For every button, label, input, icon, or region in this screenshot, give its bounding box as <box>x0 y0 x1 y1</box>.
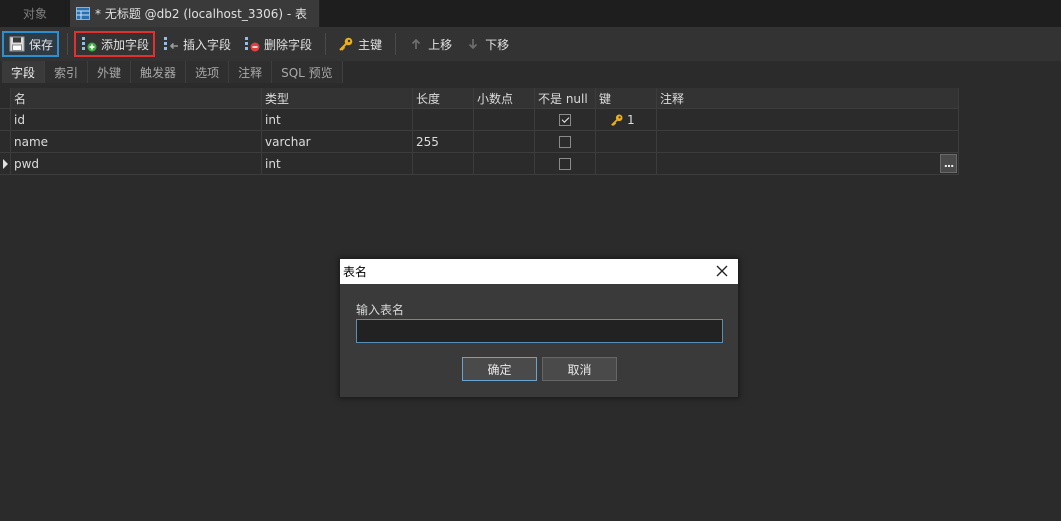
column-header-name[interactable]: 名 <box>11 88 262 108</box>
table-row[interactable]: id int 1 <box>0 109 959 131</box>
primary-key-button[interactable]: 主键 <box>332 31 387 57</box>
cell-not-null[interactable] <box>535 131 596 152</box>
table-name-dialog: 表名 输入表名 确定 取消 <box>339 258 739 398</box>
save-label: 保存 <box>29 37 54 52</box>
add-field-button[interactable]: 添加字段 <box>74 31 156 57</box>
add-field-icon <box>80 35 98 53</box>
cell-name[interactable]: pwd <box>11 153 262 174</box>
delete-field-icon <box>243 35 261 53</box>
tab-untitled-table[interactable]: * 无标题 @db2 (localhost_3306) - 表 <box>70 0 320 27</box>
row-indicator[interactable] <box>0 153 11 174</box>
tab-triggers[interactable]: 触发器 <box>131 61 187 83</box>
column-header-comment[interactable]: 注释 <box>657 88 959 108</box>
insert-field-button[interactable]: 插入字段 <box>157 31 236 57</box>
move-down-button[interactable]: 下移 <box>459 31 514 57</box>
cell-name[interactable]: id <box>11 109 262 130</box>
cell-not-null[interactable] <box>535 153 596 174</box>
delete-field-button[interactable]: 删除字段 <box>238 31 317 57</box>
table-row[interactable]: name varchar 255 <box>0 131 959 153</box>
tab-fields[interactable]: 字段 <box>2 61 46 83</box>
column-header-key[interactable]: 键 <box>596 88 657 108</box>
key-icon <box>337 35 355 53</box>
table-name-prompt: 输入表名 <box>356 303 405 317</box>
cell-key[interactable] <box>596 131 657 152</box>
fields-grid: 名 类型 长度 小数点 不是 null 键 注释 id int 1 name v… <box>0 88 959 175</box>
save-icon <box>8 35 26 53</box>
row-indicator-header <box>0 88 11 108</box>
insert-field-icon <box>162 35 180 53</box>
cell-length[interactable]: 255 <box>413 131 474 152</box>
cancel-button[interactable]: 取消 <box>542 357 617 381</box>
move-up-button[interactable]: 上移 <box>402 31 457 57</box>
tab-sql-preview[interactable]: SQL 预览 <box>272 61 343 83</box>
not-null-checkbox[interactable] <box>559 113 571 126</box>
tab-indexes[interactable]: 索引 <box>45 61 89 83</box>
table-name-input[interactable] <box>356 319 723 343</box>
comment-edit-button[interactable]: ... <box>940 154 957 173</box>
cell-decimals[interactable] <box>474 131 535 152</box>
cell-length[interactable] <box>413 153 474 174</box>
column-header-length[interactable]: 长度 <box>413 88 474 108</box>
grid-header-row: 名 类型 长度 小数点 不是 null 键 注释 <box>0 88 959 109</box>
close-icon[interactable] <box>714 263 730 279</box>
window-tab-bar: 对象 * 无标题 @db2 (localhost_3306) - 表 <box>0 0 1061 27</box>
primary-key-label: 主键 <box>358 37 383 52</box>
arrow-down-icon <box>464 35 482 53</box>
save-button[interactable]: 保存 <box>2 31 60 57</box>
design-tab-bar: 字段 索引 外键 触发器 选项 注释 SQL 预览 <box>0 61 1061 83</box>
cell-type[interactable]: int <box>262 109 413 130</box>
tab-options[interactable]: 选项 <box>186 61 230 83</box>
cell-length[interactable] <box>413 109 474 130</box>
not-null-checkbox[interactable] <box>559 157 571 170</box>
toolbar-separator <box>325 33 327 55</box>
cell-decimals[interactable] <box>474 153 535 174</box>
key-order: 1 <box>627 112 635 127</box>
cell-name[interactable]: name <box>11 131 262 152</box>
cell-decimals[interactable] <box>474 109 535 130</box>
table-icon <box>76 7 90 20</box>
current-row-arrow-icon <box>3 158 8 169</box>
not-null-checkbox[interactable] <box>559 135 571 148</box>
key-icon <box>610 113 624 127</box>
cell-key[interactable]: 1 <box>596 109 657 130</box>
dialog-title: 表名 <box>343 265 368 279</box>
cell-comment[interactable]: ... <box>657 153 959 174</box>
tab-title: * 无标题 @db2 (localhost_3306) - 表 <box>95 7 308 21</box>
cell-type[interactable]: int <box>262 153 413 174</box>
column-header-not-null[interactable]: 不是 null <box>535 88 596 108</box>
toolbar-separator <box>67 33 69 55</box>
cell-comment[interactable] <box>657 131 959 152</box>
toolbar: 保存 添加字段 插入字段 删除字段 主键 上移 下移 <box>0 27 1061 61</box>
tab-foreign-keys[interactable]: 外键 <box>88 61 132 83</box>
move-up-label: 上移 <box>428 37 453 52</box>
cell-type[interactable]: varchar <box>262 131 413 152</box>
delete-field-label: 删除字段 <box>264 37 313 52</box>
row-indicator[interactable] <box>0 131 11 152</box>
dialog-title-bar: 表名 <box>340 259 738 284</box>
add-field-label: 添加字段 <box>101 37 150 52</box>
insert-field-label: 插入字段 <box>183 37 232 52</box>
cell-comment[interactable] <box>657 109 959 130</box>
tab-objects[interactable]: 对象 <box>0 0 70 27</box>
ok-button[interactable]: 确定 <box>462 357 537 381</box>
tab-comment[interactable]: 注释 <box>229 61 273 83</box>
move-down-label: 下移 <box>485 37 510 52</box>
column-header-type[interactable]: 类型 <box>262 88 413 108</box>
row-indicator[interactable] <box>0 109 11 130</box>
arrow-up-icon <box>407 35 425 53</box>
column-header-decimals[interactable]: 小数点 <box>474 88 535 108</box>
cell-not-null[interactable] <box>535 109 596 130</box>
table-row-current[interactable]: pwd int ... <box>0 153 959 175</box>
toolbar-separator <box>395 33 397 55</box>
cell-key[interactable] <box>596 153 657 174</box>
